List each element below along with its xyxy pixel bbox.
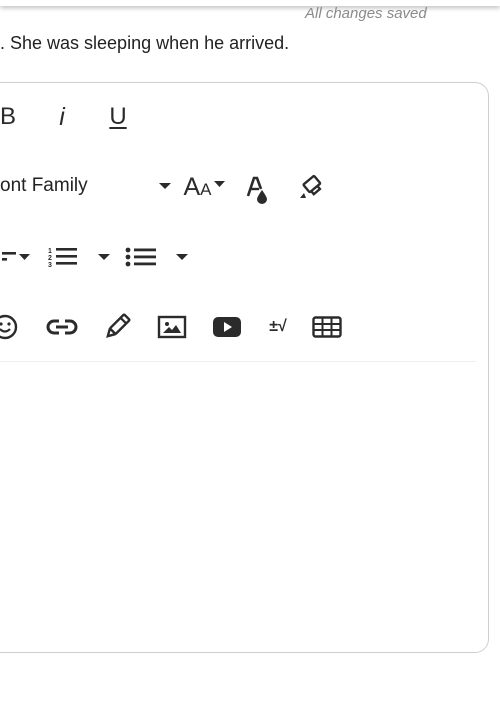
font-color-button[interactable] — [242, 172, 272, 206]
font-family-label: ont Family — [0, 175, 88, 196]
numbered-list-button[interactable]: 1 2 3 — [44, 244, 80, 270]
italic-button[interactable]: i — [50, 100, 74, 134]
question-text: . She was sleeping when he arrived. — [0, 33, 290, 53]
highlight-button[interactable] — [297, 172, 329, 202]
svg-text:2: 2 — [48, 255, 52, 262]
image-icon — [157, 315, 187, 339]
chevron-down-icon — [98, 253, 110, 260]
align-icon — [2, 252, 16, 261]
insert-link-button[interactable] — [45, 314, 79, 340]
emoji-icon — [0, 314, 18, 340]
link-icon — [46, 319, 78, 335]
insert-table-button[interactable] — [311, 313, 343, 341]
toolbar-divider — [0, 361, 476, 362]
insert-math-button[interactable]: ±√ — [264, 313, 292, 341]
draw-button[interactable] — [102, 312, 132, 342]
font-size-icon: AA — [183, 173, 211, 202]
editor-content-area[interactable] — [0, 364, 486, 650]
numbered-list-icon: 1 2 3 — [48, 248, 77, 268]
bold-button[interactable]: B — [0, 100, 20, 134]
underline-button[interactable]: U — [104, 100, 132, 134]
video-icon — [213, 317, 241, 337]
font-size-big-glyph: A — [183, 172, 201, 201]
bold-icon: B — [0, 103, 16, 130]
chevron-down-icon — [213, 180, 225, 187]
insert-video-button[interactable] — [212, 313, 242, 341]
italic-icon: i — [59, 102, 65, 131]
table-icon — [312, 316, 342, 338]
font-size-button[interactable]: AA — [179, 172, 229, 202]
bullet-list-icon — [125, 247, 156, 267]
font-family-select[interactable]: ont Family — [0, 172, 178, 202]
svg-text:3: 3 — [48, 262, 52, 268]
chevron-down-icon — [159, 183, 171, 189]
bullet-list-button[interactable] — [122, 244, 158, 270]
underline-icon: U — [109, 103, 127, 130]
font-color-icon — [246, 176, 267, 204]
insert-image-button[interactable] — [157, 313, 187, 341]
align-dropdown[interactable] — [0, 244, 32, 270]
chevron-down-icon — [19, 253, 30, 260]
pencil-icon — [106, 313, 131, 338]
numbered-list-dropdown[interactable] — [94, 244, 114, 270]
highlighter-icon — [300, 174, 322, 198]
font-size-small-glyph: A — [200, 179, 212, 199]
math-icon: ±√ — [269, 318, 287, 335]
bullet-list-dropdown[interactable] — [172, 244, 192, 270]
save-status: All changes saved — [305, 5, 427, 22]
svg-text:1: 1 — [48, 248, 52, 255]
emoji-button[interactable] — [0, 312, 20, 342]
chevron-down-icon — [176, 253, 188, 260]
